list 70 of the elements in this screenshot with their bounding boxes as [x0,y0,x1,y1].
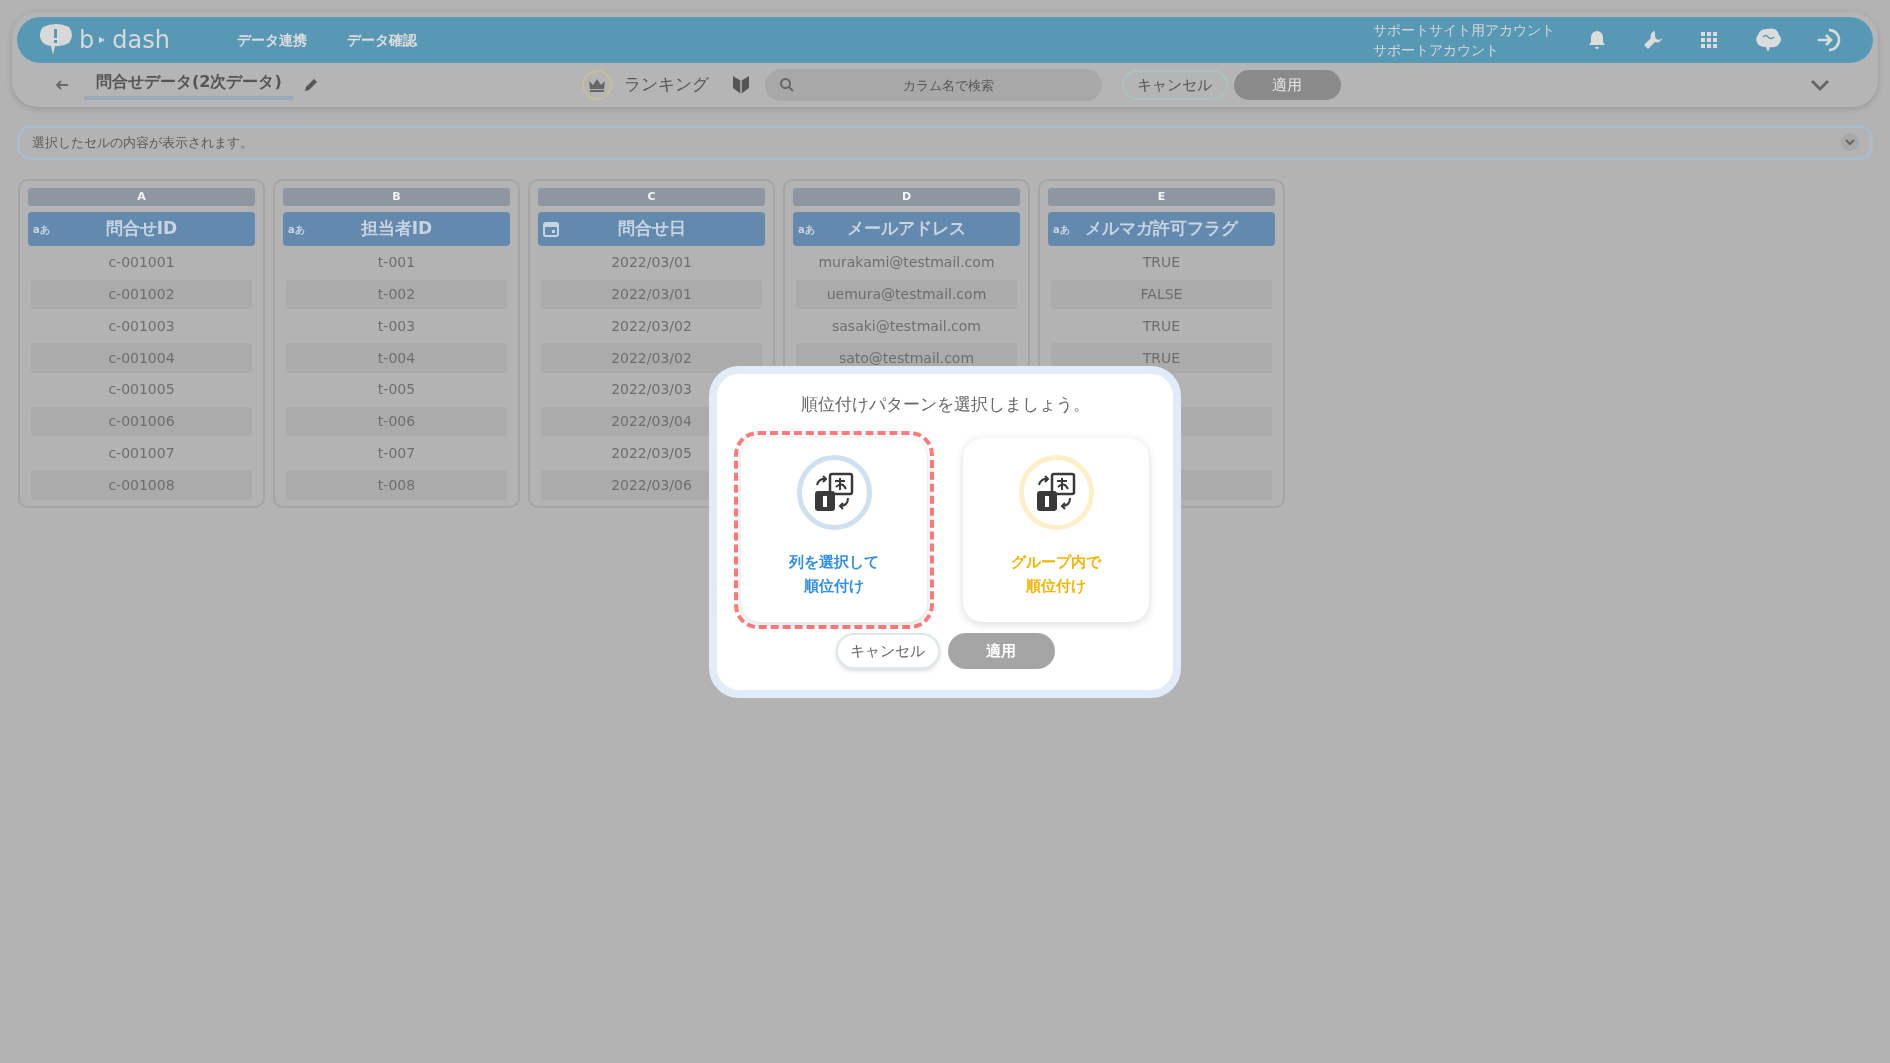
table-cell-text: c-001008 [108,475,175,495]
table-cell-text: t-007 [377,443,416,463]
option-label: グループ内で 順位付け [1011,552,1101,597]
account-name: サポートサイト用アカウント [1373,21,1555,40]
logo-text: b [79,28,95,52]
column-header[interactable]: aあ 問合せID [28,212,255,246]
cancel-button[interactable]: キャンセル [1121,70,1228,100]
table-cell-text: 2022/03/06 [611,475,692,495]
table-cell-text: 2022/03/01 [611,285,692,304]
table-cell-text: c-001006 [108,412,175,431]
column-letter: A [28,188,255,206]
chevron-down-icon[interactable] [1841,133,1859,151]
table-cell-text: t-002 [377,285,416,304]
table-cell-text: 2022/03/02 [611,348,692,368]
table-cell-text: t-005 [377,380,416,400]
column-header[interactable]: aあ メルマガ許可フラグ [1048,212,1275,246]
table-cell-text: 2022/03/05 [611,443,692,463]
table-cell-text: t-001 [377,253,416,273]
column-header[interactable]: aあ 担当者ID [283,212,510,246]
sign-in-icon[interactable] [1815,27,1843,53]
table-cell-text: c-001004 [108,348,175,368]
chevron-down-icon[interactable] [1809,77,1831,93]
type-label: aあ [798,222,815,237]
type-label: aあ [33,222,50,237]
table-cell-text: TRUE [1142,253,1181,273]
table-cell-text: FALSE [1140,285,1183,304]
table-cell-text: TRUE [1142,316,1181,336]
table-cell-text: 2022/03/01 [611,253,692,273]
column-header[interactable]: 問合せ日 [538,212,765,246]
table-cell-text: t-003 [377,316,416,336]
option-label: 列を選択して 順位付け [789,552,879,597]
table-cell-text: t-006 [377,412,416,431]
table-cell-text: c-001001 [108,253,175,273]
table-cell-text: murakami@testmail.com [818,253,995,273]
table-cell-text: TRUE [1142,348,1181,368]
logo-text: dash [112,28,170,52]
crown-icon [581,70,612,100]
table-cell-text: c-001005 [108,380,175,400]
cell-content-field[interactable]: 選択したセルの内容が表示されます。 [17,125,1873,160]
table-cell-text: 2022/03/04 [611,412,692,431]
mode-label: ランキング [623,73,709,97]
search-icon [778,77,795,93]
table-cell-text: 2022/03/03 [611,380,692,400]
column-letter: C [538,188,765,206]
column-letter: B [283,188,510,206]
search-field[interactable]: カラム名で検索 [764,69,1102,101]
table-cell-text: t-008 [377,475,416,495]
table-cell-text: c-001002 [108,285,175,304]
table-cell-text: uemura@testmail.com [826,285,987,304]
column-letter: D [793,188,1020,206]
column-header[interactable]: aあ メールアドレス [793,212,1020,246]
dialog-title: 順位付けパターンを選択しましょう。 [800,392,1090,416]
type-label: aあ [288,222,305,237]
table-cell-text: c-001007 [108,443,175,463]
option-card[interactable]: グループ内で 順位付け [963,438,1149,622]
calendar-icon [542,220,560,238]
table-cell-text: t-004 [377,348,416,368]
nav-link[interactable]: データ確認 [347,29,417,51]
table-cell-text: sasaki@testmail.com [832,316,981,336]
table-cell-text: sato@testmail.com [838,348,975,368]
brain-icon[interactable] [1753,27,1783,53]
table-cell-text: c-001003 [108,316,175,336]
nav-link[interactable]: データ連携 [237,29,307,51]
title-tab[interactable]: 問合せデータ(2次データ) [84,70,294,100]
option-card[interactable]: 列を選択して 順位付け [741,438,927,622]
column-letter: E [1048,188,1275,206]
table-cell-text: 2022/03/02 [611,316,692,336]
account-name: サポートアカウント [1373,41,1500,60]
cancel-button[interactable]: キャンセル [835,633,940,669]
type-label: aあ [1053,222,1070,237]
